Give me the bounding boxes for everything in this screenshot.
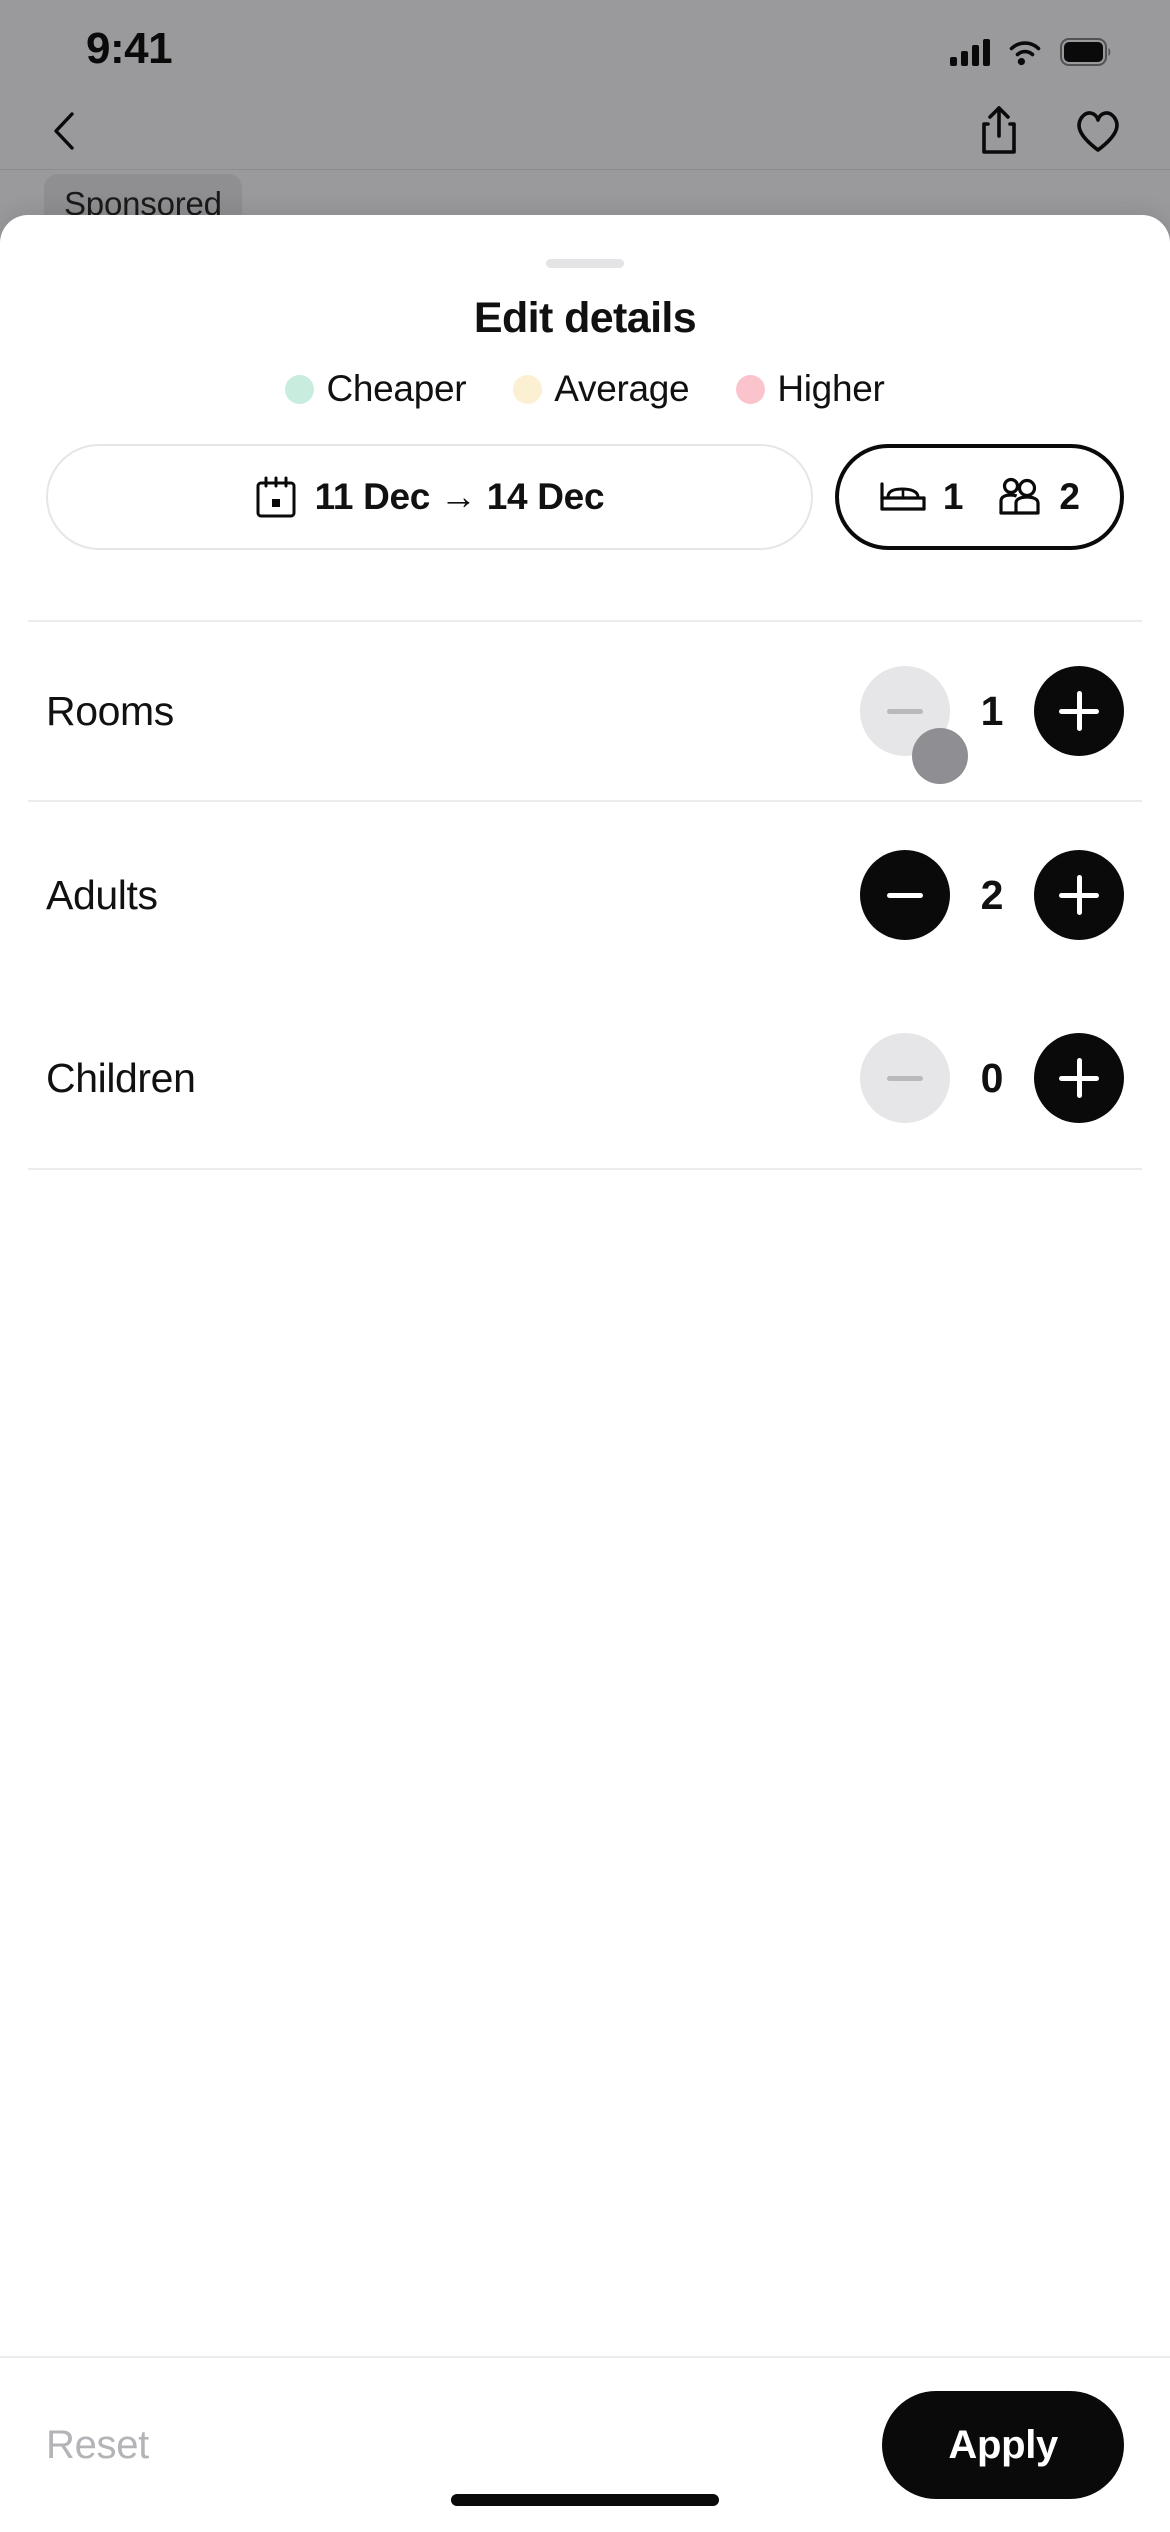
rooms-increment-button[interactable]: [1034, 666, 1124, 756]
wifi-icon: [1009, 41, 1041, 66]
stepper-label: Rooms: [46, 687, 174, 734]
legend-item-average: Average: [513, 368, 690, 410]
heart-icon: [1077, 111, 1119, 152]
children-increment-button[interactable]: [1034, 1033, 1124, 1123]
status-bar-time: 9:41: [86, 24, 173, 73]
rooms-section: Rooms 1: [0, 622, 1170, 800]
calendar-icon: [256, 476, 296, 518]
children-decrement-button[interactable]: [860, 1033, 950, 1123]
page-title: Edit details: [473, 294, 697, 342]
nav-bar: [0, 92, 1170, 170]
minus-icon: [887, 1075, 923, 1081]
adults-increment-button[interactable]: [1034, 850, 1124, 940]
share-icon: [982, 106, 1016, 154]
share-button[interactable]: [976, 104, 1022, 163]
legend-label: Average: [554, 368, 690, 409]
minus-icon: [887, 892, 923, 898]
rooms-value: 1: [980, 687, 1004, 734]
plus-icon: [1059, 691, 1099, 731]
legend-item-cheaper: Cheaper: [285, 368, 467, 410]
cellular-signal-icon: [950, 38, 990, 66]
rooms-decrement-button[interactable]: [860, 666, 950, 756]
legend-color-dot: [285, 374, 315, 404]
stepper-label: Adults: [46, 871, 158, 918]
date-range-label: 11 Dec → 14 Dec: [314, 476, 605, 517]
home-indicator: [451, 2494, 719, 2506]
favorite-button[interactable]: [1072, 107, 1124, 160]
reset-button[interactable]: Reset: [46, 2423, 149, 2468]
sheet-spacer: [0, 1170, 1170, 2356]
legend-label: Higher: [777, 368, 885, 409]
plus-icon: [1059, 1058, 1099, 1098]
rooms-stepper: 1: [860, 666, 1124, 784]
adults-stepper: 2: [860, 850, 1124, 940]
people-icon: [999, 477, 1041, 515]
status-bar: 9:41: [0, 0, 1170, 92]
children-value: 0: [980, 1054, 1004, 1101]
battery-icon: [1060, 38, 1111, 66]
guests-pill[interactable]: 1 2: [834, 444, 1124, 550]
guests-section: Adults 2 Children 0: [0, 802, 1170, 1168]
adults-decrement-button[interactable]: [860, 850, 950, 940]
status-bar-icons: [950, 30, 1112, 66]
legend-color-dot: [736, 374, 766, 404]
price-legend: Cheaper Average Higher: [0, 368, 1170, 410]
stepper-row-adults: Adults 2: [46, 802, 1124, 988]
rooms-count: 1: [942, 476, 964, 517]
chevron-left-icon: [54, 112, 74, 150]
minus-icon: [887, 708, 923, 714]
children-stepper: 0: [860, 1033, 1124, 1123]
legend-item-higher: Higher: [736, 368, 885, 410]
selector-pills: 11 Dec → 14 Dec 1 2: [0, 444, 1170, 550]
legend-label: Cheaper: [326, 368, 467, 409]
adults-value: 2: [980, 871, 1004, 918]
people-summary: 2: [997, 476, 1080, 518]
legend-color-dot: [513, 374, 543, 404]
bed-icon: [880, 482, 926, 511]
edit-details-sheet: Edit details Cheaper Average Higher 11 D…: [0, 215, 1170, 2532]
date-range-pill[interactable]: 11 Dec → 14 Dec: [46, 444, 813, 550]
back-button[interactable]: [44, 106, 88, 156]
guests-count: 2: [1059, 476, 1080, 517]
stepper-row-rooms: Rooms 1: [46, 622, 1124, 800]
plus-icon: [1059, 875, 1099, 915]
stepper-row-children: Children 0: [46, 988, 1124, 1168]
sheet-drag-handle[interactable]: [546, 259, 624, 268]
apply-button[interactable]: Apply: [882, 2391, 1124, 2499]
rooms-summary: 1: [879, 476, 964, 518]
stepper-label: Children: [46, 1054, 196, 1101]
nav-actions: [976, 104, 1124, 163]
